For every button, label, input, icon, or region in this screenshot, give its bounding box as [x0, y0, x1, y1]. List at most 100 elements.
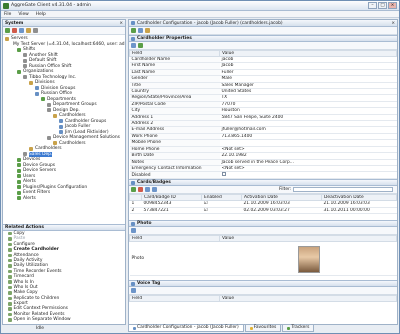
- props-section-header: Cardholder Properties: [129, 35, 397, 42]
- system-panel: System × Servers My Test Server (=4.31.04…: [2, 19, 126, 325]
- card-id[interactable]: 573847221: [141, 207, 202, 215]
- action-icon: [8, 307, 12, 311]
- col-field: Field: [129, 295, 220, 303]
- action-item[interactable]: Open in Separate Window: [3, 317, 125, 322]
- section-icon: [131, 180, 135, 185]
- delete-row-icon[interactable]: [138, 187, 143, 193]
- node-icon: [23, 58, 27, 63]
- node-icon: [59, 124, 63, 129]
- node-icon: [23, 75, 27, 80]
- action-icon: [8, 275, 12, 279]
- config-panel-header: Cardholder Configuration - jacob (Jacob …: [129, 20, 397, 27]
- voice-section-header: Voice Tag: [129, 280, 397, 288]
- close-button[interactable]: ×: [388, 2, 397, 9]
- tree-node[interactable]: My Test Server (=4.31.04, localhost:6460…: [3, 42, 125, 48]
- add-row-icon[interactable]: [131, 187, 136, 193]
- move-down-icon[interactable]: [152, 187, 157, 193]
- action-icon: [8, 312, 12, 317]
- action-icon: [8, 291, 12, 295]
- minimize-button[interactable]: –: [368, 2, 377, 9]
- action-icon: [8, 231, 12, 236]
- cards-section-header: Cards/Badges: [129, 179, 397, 187]
- action-icon: [8, 258, 12, 263]
- tree-node[interactable]: Alerts: [3, 196, 125, 202]
- property-row[interactable]: Disabled: [129, 171, 397, 180]
- tab-label: Cardholder Configuration - jacob (Jacob …: [137, 325, 239, 330]
- tree-node-label: Alerts: [23, 195, 36, 201]
- reload-icon[interactable]: [138, 28, 143, 33]
- node-icon: [59, 119, 63, 124]
- cardholder-photo[interactable]: [297, 246, 320, 274]
- node-icon: [17, 157, 21, 162]
- action-icon: [8, 302, 12, 306]
- node-icon: [47, 102, 51, 107]
- node-icon: [17, 190, 21, 195]
- action-icon: [8, 248, 12, 252]
- node-icon: [23, 152, 27, 157]
- activation-date[interactable]: 02.02.2009 03:03:27: [241, 207, 322, 215]
- move-up-icon[interactable]: [145, 187, 150, 193]
- node-icon: [35, 91, 39, 96]
- add-icon[interactable]: [138, 43, 143, 48]
- node-icon: [17, 196, 21, 201]
- system-tree: Servers My Test Server (=4.31.04, localho…: [3, 35, 125, 230]
- props-section-title: Cardholder Properties: [137, 36, 192, 41]
- refresh-icon[interactable]: [19, 28, 24, 33]
- system-panel-title: System: [5, 20, 24, 26]
- action-icon: [8, 269, 12, 274]
- save-icon[interactable]: [131, 28, 136, 33]
- voice-toolbar: [129, 287, 397, 296]
- node-icon: [17, 174, 21, 179]
- action-icon: [8, 264, 12, 268]
- voice-table: Field Value: [129, 295, 397, 303]
- node-icon: [59, 130, 63, 135]
- window-title: AggreGate Client v4.31.04 - admin: [11, 3, 92, 8]
- panel-close-icon[interactable]: ×: [119, 21, 123, 26]
- card-row[interactable]: 1 0098452343 ☑ 21.10.2009 16:03:03 21.10.200…: [129, 200, 397, 208]
- section-icon: [131, 281, 135, 286]
- row-number: 2: [129, 207, 142, 215]
- browse-icon[interactable]: [131, 228, 136, 234]
- section-icon: [131, 36, 135, 41]
- config-toolbar: [129, 27, 397, 35]
- remove-icon[interactable]: [12, 28, 17, 33]
- photo-section-title: Photo: [137, 221, 152, 227]
- tab-favourites[interactable]: Favourites: [244, 325, 282, 332]
- action-icon: [8, 237, 12, 241]
- sort-icon[interactable]: [131, 43, 136, 48]
- action-icon: [8, 296, 12, 301]
- maximize-button[interactable]: □: [378, 2, 387, 9]
- node-icon: [53, 141, 57, 146]
- tab-trackers[interactable]: Trackers: [282, 325, 315, 332]
- folder-icon[interactable]: [26, 28, 31, 33]
- action-icon: [8, 242, 12, 247]
- action-icon: [8, 285, 12, 290]
- card-enabled[interactable]: ☑: [201, 207, 242, 215]
- menu-view[interactable]: View: [18, 12, 28, 17]
- tab-cardholder-config[interactable]: Cardholder Configuration - jacob (Jacob …: [128, 325, 244, 332]
- tab-icon: [133, 326, 136, 330]
- photo-section-header: Photo: [129, 220, 397, 228]
- node-icon: [17, 163, 21, 168]
- cards-table: Card/Badge ID Enabled Activation Date Deact…: [129, 194, 397, 215]
- play-icon[interactable]: [131, 288, 136, 294]
- property-value[interactable]: [219, 171, 397, 180]
- node-icon: [47, 135, 51, 140]
- settings-icon[interactable]: [33, 28, 38, 33]
- disabled-checkbox[interactable]: [221, 172, 226, 177]
- filter-input[interactable]: [293, 187, 394, 193]
- deactivation-date[interactable]: 31.10.2011 00:00:00: [321, 207, 397, 215]
- action-icon: [8, 318, 12, 322]
- export-icon[interactable]: [145, 28, 150, 33]
- photo-table: Field Value Photo: [129, 235, 397, 277]
- menu-help[interactable]: Help: [36, 12, 46, 17]
- card-row[interactable]: 2 573847221 ☑ 02.02.2009 03:03:27 31.10.2011…: [129, 207, 397, 215]
- cardholder-icon: [131, 21, 135, 25]
- status-bar: Idle: [36, 326, 45, 331]
- menu-bar: File View Help: [1, 11, 399, 18]
- add-icon[interactable]: [5, 28, 10, 33]
- action-icon: [8, 253, 12, 257]
- menu-file[interactable]: File: [4, 12, 11, 17]
- panel-close-icon[interactable]: ×: [391, 21, 395, 26]
- config-panel-title: Cardholder Configuration - jacob (Jacob …: [137, 20, 283, 26]
